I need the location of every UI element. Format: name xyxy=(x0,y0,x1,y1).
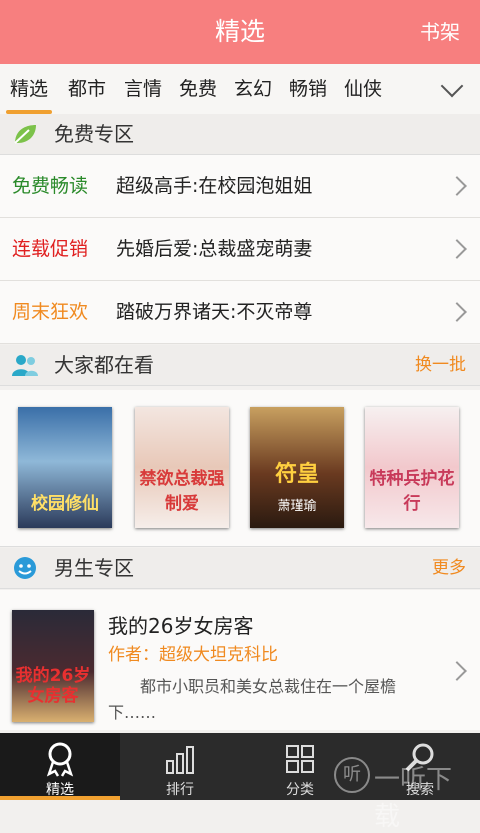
nav-ranking[interactable]: 排行 xyxy=(120,733,240,800)
cover-title: 禁欲总裁强制爱 xyxy=(139,469,225,514)
chevron-down-icon[interactable] xyxy=(440,74,464,98)
cover-title: 我的26岁女房客 xyxy=(15,666,91,706)
leaf-icon xyxy=(14,125,36,144)
row-text: 超级高手:在校园泡姐姐 xyxy=(116,175,313,197)
watermark-logo: 听 xyxy=(334,757,370,793)
book-cover[interactable]: 特种兵护花行 xyxy=(365,407,459,528)
cover-title: 校园修仙 xyxy=(31,494,99,514)
chevron-right-icon xyxy=(447,661,467,681)
page-title: 精选 xyxy=(214,17,265,46)
nav-label: 排行 xyxy=(166,782,194,798)
book-title: 我的26岁女房客 xyxy=(108,614,254,638)
people-icon xyxy=(12,355,38,376)
book-item[interactable]: 我的26岁女房客 我的26岁女房客 作者：超级大坦克科比 都市小职员和美女总裁住… xyxy=(0,590,480,730)
chevron-right-icon xyxy=(447,302,467,322)
cover-title: 特种兵护花行 xyxy=(369,469,455,514)
row-tag: 免费畅读 xyxy=(12,175,89,197)
grid-icon xyxy=(286,745,314,773)
cover-author: 萧瑾瑜 xyxy=(277,499,317,514)
tab-urban[interactable]: 都市 xyxy=(68,64,106,114)
tab-fantasy[interactable]: 玄幻 xyxy=(234,64,272,114)
chevron-right-icon xyxy=(447,176,467,196)
more-button[interactable]: 更多 xyxy=(432,548,466,588)
author-name: 超级大坦克科比 xyxy=(159,645,278,665)
tab-free[interactable]: 免费 xyxy=(179,64,217,114)
smiley-icon xyxy=(14,557,36,579)
tab-xianxia[interactable]: 仙侠 xyxy=(344,64,382,114)
free-row-1[interactable]: 免费畅读 超级高手:在校园泡姐姐 xyxy=(0,155,480,218)
chevron-right-icon xyxy=(447,239,467,259)
tab-bestseller[interactable]: 畅销 xyxy=(289,64,327,114)
book-cover[interactable]: 符皇 萧瑾瑜 xyxy=(250,407,344,528)
author-label: 作者： xyxy=(108,645,159,665)
free-row-3[interactable]: 周末狂欢 踏破万界诸天:不灭帝尊 xyxy=(0,281,480,344)
row-text: 踏破万界诸天:不灭帝尊 xyxy=(116,301,313,323)
row-tag: 连载促销 xyxy=(12,238,89,260)
book-cover[interactable]: 校园修仙 xyxy=(18,407,112,528)
book-author-row: 作者：超级大坦克科比 xyxy=(108,640,278,665)
free-zone-header: 免费专区 xyxy=(0,114,480,155)
watermark-text: 一听下载 xyxy=(374,765,453,832)
title-bar: 精选 书架 xyxy=(0,0,480,64)
popular-covers: 校园修仙 禁欲总裁强制爱 符皇 萧瑾瑜 特种兵护花行 xyxy=(0,390,480,547)
bar-chart-icon xyxy=(166,746,194,774)
nav-label: 精选 xyxy=(46,782,74,798)
cover-title: 符皇 xyxy=(274,462,319,487)
nav-featured[interactable]: 精选 xyxy=(0,733,120,800)
section-title: 男生专区 xyxy=(54,556,134,580)
award-icon xyxy=(46,742,74,777)
refresh-batch-button[interactable]: 换一批 xyxy=(415,345,466,385)
popular-header: 大家都在看 换一批 xyxy=(0,345,480,386)
male-zone-header: 男生专区 更多 xyxy=(0,548,480,589)
section-title: 免费专区 xyxy=(54,122,134,146)
row-text: 先婚后爱:总裁盛宠萌妻 xyxy=(116,238,313,260)
category-tabs: 精选 都市 言情 免费 玄幻 畅销 仙侠 xyxy=(0,64,480,115)
free-row-2[interactable]: 连载促销 先婚后爱:总裁盛宠萌妻 xyxy=(0,218,480,281)
section-title: 大家都在看 xyxy=(54,353,154,377)
book-cover: 我的26岁女房客 xyxy=(12,610,94,722)
tab-romance[interactable]: 言情 xyxy=(124,64,162,114)
row-tag: 周末狂欢 xyxy=(12,301,89,323)
book-description: 都市小职员和美女总裁住在一个屋檐下…… xyxy=(108,677,397,722)
tab-featured[interactable]: 精选 xyxy=(5,64,53,114)
watermark: 听 一听下载 xyxy=(334,757,474,832)
bookshelf-button[interactable]: 书架 xyxy=(420,0,460,64)
book-cover[interactable]: 禁欲总裁强制爱 xyxy=(135,407,229,528)
